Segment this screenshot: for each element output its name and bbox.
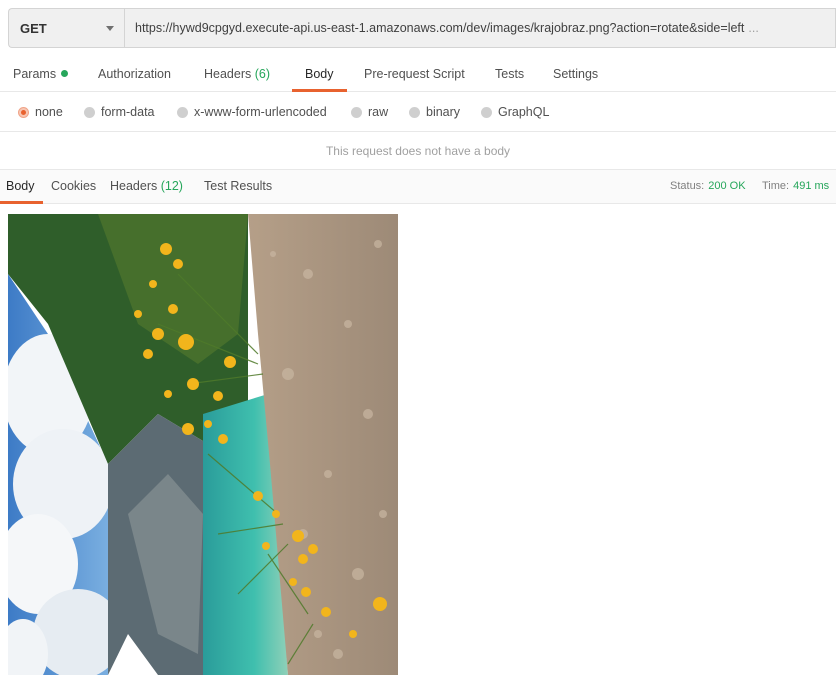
response-tab-cookies[interactable]: Cookies: [51, 170, 96, 204]
method-label: GET: [20, 20, 47, 36]
response-time: Time: 491 ms: [762, 170, 829, 204]
radio-icon[interactable]: [481, 106, 492, 118]
url-overflow: ...: [748, 21, 759, 35]
radio-icon[interactable]: [351, 106, 362, 118]
radio-icon[interactable]: [409, 106, 420, 118]
time-label: Time:: [762, 180, 790, 192]
time-value: 491 ms: [793, 180, 830, 192]
response-tabs: Body Cookies Headers (12) Test Results S…: [0, 170, 836, 204]
response-status: Status: 200 OK: [670, 170, 746, 204]
radio-selected-icon[interactable]: [18, 106, 29, 118]
radio-label: none: [35, 105, 63, 119]
tab-label: Authorization: [98, 67, 171, 81]
tab-authorization[interactable]: Authorization: [98, 56, 171, 92]
request-bar: GET https://hywd9cpgyd.execute-api.us-ea…: [8, 8, 836, 48]
radio-binary[interactable]: binary: [409, 105, 460, 119]
tab-count: (6): [254, 67, 271, 81]
tab-label: Body: [305, 67, 334, 81]
radio-icon[interactable]: [84, 106, 95, 118]
tab-label: Body: [6, 179, 35, 193]
response-tab-headers[interactable]: Headers (12): [110, 170, 183, 204]
tab-label: Cookies: [51, 179, 97, 193]
tab-label: Settings: [553, 67, 599, 81]
landscape-image: [8, 214, 398, 675]
url-text: https://hywd9cpgyd.execute-api.us-east-1…: [135, 21, 745, 35]
tab-body[interactable]: Body: [292, 56, 346, 92]
radio-label: GraphQL: [498, 105, 550, 119]
tab-headers[interactable]: Headers (6): [204, 56, 270, 92]
radio-none[interactable]: none: [18, 105, 63, 119]
response-tab-body[interactable]: Body: [0, 170, 42, 204]
body-type-selector: none form-data x-www-form-urlencoded raw…: [0, 92, 836, 132]
tab-label: Tests: [495, 67, 525, 81]
method-select[interactable]: GET: [8, 8, 124, 48]
status-label: Status:: [670, 180, 705, 192]
radio-x-www-form-urlencoded[interactable]: x-www-form-urlencoded: [177, 105, 327, 119]
tab-settings[interactable]: Settings: [553, 56, 598, 92]
response-image-preview: [8, 214, 398, 675]
request-tabs: Params Authorization Headers (6) Body Pr…: [0, 56, 836, 92]
tab-params[interactable]: Params: [13, 56, 69, 92]
radio-label: binary: [426, 105, 461, 119]
radio-raw[interactable]: raw: [351, 105, 388, 119]
tab-label: Pre-request Script: [364, 67, 465, 81]
tab-pre-request-script[interactable]: Pre-request Script: [364, 56, 465, 92]
tab-label: Test Results: [204, 179, 273, 193]
tab-label: Headers: [204, 67, 252, 81]
radio-form-data[interactable]: form-data: [84, 105, 155, 119]
radio-label: form-data: [101, 105, 155, 119]
tab-tests[interactable]: Tests: [495, 56, 524, 92]
green-dot-icon: [61, 70, 69, 77]
tab-label: Params: [13, 67, 57, 81]
url-input[interactable]: https://hywd9cpgyd.execute-api.us-east-1…: [124, 8, 836, 48]
chevron-down-icon: [106, 26, 114, 31]
radio-label: x-www-form-urlencoded: [194, 105, 327, 119]
response-tab-test-results[interactable]: Test Results: [204, 170, 272, 204]
no-body-message: This request does not have a body: [0, 132, 836, 170]
tab-label: Headers: [110, 179, 158, 193]
radio-icon[interactable]: [177, 106, 188, 118]
radio-label: raw: [368, 105, 389, 119]
radio-graphql[interactable]: GraphQL: [481, 105, 549, 119]
status-value: 200 OK: [708, 180, 746, 192]
tab-count: (12): [160, 179, 183, 193]
